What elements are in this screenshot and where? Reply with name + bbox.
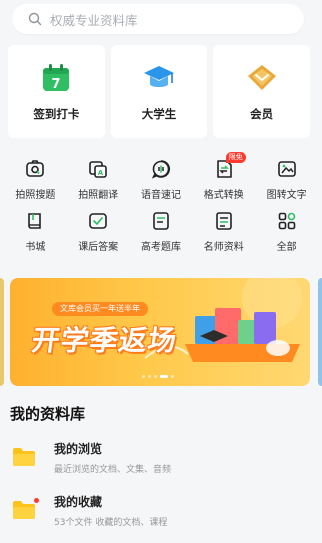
banner-prev-peek[interactable] — [0, 278, 4, 386]
svg-text:A: A — [98, 169, 104, 177]
tool-label: 拍照搜题 — [15, 190, 56, 201]
voice-icon — [150, 158, 172, 180]
library-item-browse[interactable]: 我的浏览 最近浏览的文档、文集、音频 — [12, 437, 312, 477]
tool-photo-translate[interactable]: A 拍照翻译 — [67, 150, 129, 202]
svg-text:7: 7 — [52, 77, 61, 92]
tool-row: 书城 课后答案 高考题库 名师资料 全部 — [0, 202, 322, 254]
camera-translate-icon: A — [87, 158, 109, 180]
carousel-dot[interactable] — [171, 375, 174, 378]
tool-row: 拍照搜题 A 拍照翻译 语音速记 限免 格式转换 图转文字 — [0, 150, 322, 202]
tool-label: 拍照翻译 — [78, 190, 119, 201]
vip-card[interactable]: 会员 — [213, 45, 311, 138]
search-placeholder: 权威专业资料库 — [50, 12, 138, 28]
folder-icon — [12, 498, 39, 520]
tool-teacher-materials[interactable]: 名师资料 — [193, 202, 255, 254]
carousel-dot-active[interactable] — [160, 375, 168, 378]
tool-format-convert[interactable]: 限免 格式转换 — [193, 150, 255, 202]
library-item-subtitle: 最近浏览的文档、文集、音频 — [54, 464, 172, 475]
checkin-card[interactable]: 7 签到打卡 — [8, 45, 105, 138]
tool-voice-notes[interactable]: 语音速记 — [130, 150, 192, 202]
unread-dot — [34, 498, 39, 503]
tool-label: 课后答案 — [78, 242, 119, 253]
image-to-text-icon — [276, 158, 298, 180]
answer-box-icon — [87, 210, 109, 232]
tool-label: 格式转换 — [203, 190, 244, 201]
college-label: 大学生 — [141, 107, 177, 121]
college-card[interactable]: 大学生 — [110, 45, 208, 138]
tool-exam-bank[interactable]: 高考题库 — [130, 202, 192, 254]
promo-pill: 文库会员买一年送半年 — [52, 302, 148, 316]
search-bar[interactable]: 权威专业资料库 — [12, 4, 304, 34]
tool-photo-search[interactable]: 拍照搜题 — [4, 150, 66, 202]
tool-homework-answers[interactable]: 课后答案 — [67, 202, 129, 254]
search-icon — [28, 12, 42, 26]
exam-bank-icon — [150, 210, 172, 232]
tool-label: 书城 — [25, 242, 46, 253]
folder-icon — [12, 447, 36, 467]
graduation-cap-icon — [142, 61, 176, 95]
tool-label: 语音速记 — [140, 190, 181, 201]
library-item-subtitle: 53个文件 收藏的文档、课程 — [54, 517, 168, 528]
tool-label: 高考题库 — [140, 242, 181, 253]
tool-grid: 拍照搜题 A 拍照翻译 语音速记 限免 格式转换 图转文字 书城 课后答案 高考… — [0, 150, 322, 254]
carousel-dot[interactable] — [148, 375, 151, 378]
library-title: 我的资料库 — [10, 405, 86, 423]
carousel-dot[interactable] — [154, 375, 157, 378]
camera-search-icon — [24, 158, 46, 180]
carousel-dots — [142, 375, 174, 378]
calendar-7-icon: 7 — [39, 61, 73, 95]
diamond-icon — [245, 61, 279, 95]
tool-label: 名师资料 — [203, 242, 244, 253]
tool-label: 图转文字 — [266, 190, 307, 201]
grid-all-icon — [276, 210, 298, 232]
teacher-doc-icon — [213, 210, 235, 232]
library-item-favorites[interactable]: 我的收藏 53个文件 收藏的文档、课程 — [12, 490, 312, 530]
tool-bookstore[interactable]: 书城 — [4, 202, 66, 254]
library-item-title: 我的收藏 — [54, 494, 103, 509]
vip-label: 会员 — [250, 107, 274, 121]
tool-label: 全部 — [276, 242, 297, 253]
banner-next-peek[interactable] — [318, 278, 322, 386]
feature-cards: 7 签到打卡 大学生 会员 — [8, 45, 311, 138]
checkin-label: 签到打卡 — [33, 107, 80, 121]
promo-banner[interactable]: 文库会员买一年送半年 开学季返场 — [10, 278, 310, 386]
library-item-title: 我的浏览 — [54, 441, 103, 456]
tool-image-to-text[interactable]: 图转文字 — [256, 150, 318, 202]
promo-title: 开学季返场 — [29, 324, 180, 357]
free-badge: 限免 — [225, 152, 246, 163]
tool-all[interactable]: 全部 — [256, 202, 318, 254]
book-icon — [24, 210, 46, 232]
carousel-dot[interactable] — [142, 375, 145, 378]
